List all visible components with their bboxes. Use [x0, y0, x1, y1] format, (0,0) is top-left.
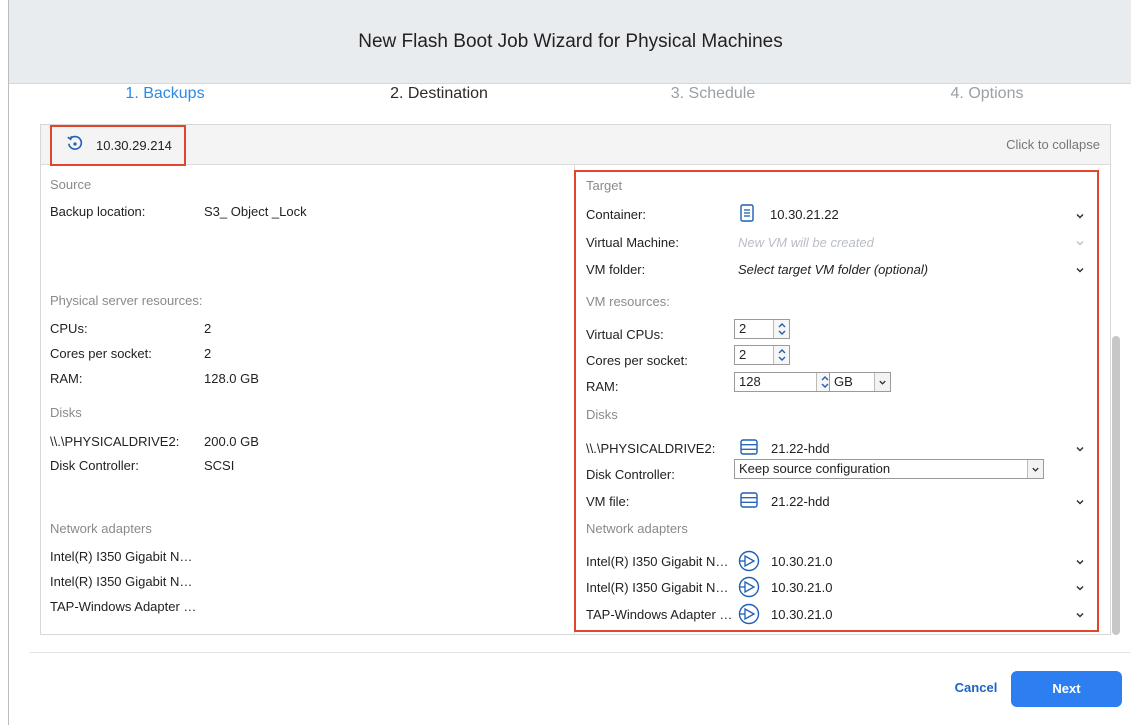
target-title: Target — [586, 178, 623, 193]
target-controller-label: Disk Controller: — [586, 467, 675, 482]
cancel-button[interactable]: Cancel — [934, 671, 1018, 705]
vm-file-label: VM file: — [586, 494, 630, 509]
cores-value: 2 — [739, 347, 747, 362]
restore-icon — [66, 134, 84, 157]
step-destination[interactable]: 2. Destination — [329, 84, 549, 120]
chevron-down-icon — [1075, 238, 1085, 248]
source-controller-label: Disk Controller: — [50, 458, 139, 473]
vm-folder-label: VM folder: — [586, 262, 646, 277]
chevron-down-icon[interactable] — [1075, 557, 1085, 567]
source-title: Source — [50, 177, 92, 192]
chevron-down-icon[interactable] — [1027, 460, 1043, 478]
ram-value: 128 — [739, 374, 761, 389]
next-button[interactable]: Next — [1011, 671, 1122, 707]
container-icon — [740, 204, 754, 227]
host-highlight: 10.30.29.214 — [50, 125, 186, 166]
ram-value: 128.0 GB — [204, 371, 259, 386]
backup-location-value: S3_ Object _Lock — [204, 204, 307, 219]
chevron-down-icon[interactable] — [1075, 265, 1085, 275]
cores-value: 2 — [204, 346, 212, 361]
target-ram-label: RAM: — [586, 379, 619, 394]
network-icon — [738, 603, 760, 630]
chevron-down-icon[interactable] — [1075, 497, 1085, 507]
source-controller-value: SCSI — [204, 458, 235, 473]
chevron-down-icon[interactable] — [874, 373, 890, 391]
source-adapter: Intel(R) I350 Gigabit N… — [50, 574, 193, 589]
target-adapter-network[interactable]: 10.30.21.0 — [771, 607, 832, 622]
container-label: Container: — [586, 207, 646, 222]
source-disks-title: Disks — [50, 405, 82, 420]
target-network-title: Network adapters — [586, 521, 688, 536]
cores-stepper[interactable]: 2 — [734, 345, 790, 365]
source-adapter: Intel(R) I350 Gigabit N… — [50, 549, 193, 564]
ram-label: RAM: — [50, 371, 83, 386]
network-icon — [738, 576, 760, 603]
source-disk-label: \\.\PHYSICALDRIVE2: — [50, 434, 180, 449]
target-adapter-network[interactable]: 10.30.21.0 — [771, 580, 832, 595]
wizard-window: New Flash Boot Job Wizard for Physical M… — [8, 0, 1131, 725]
stepper-arrows-icon[interactable] — [773, 346, 789, 364]
target-cores-label: Cores per socket: — [586, 353, 688, 368]
host-ip: 10.30.29.214 — [96, 138, 172, 153]
chevron-down-icon[interactable] — [1075, 211, 1085, 221]
vm-placeholder: New VM will be created — [738, 235, 874, 250]
ram-unit-select[interactable]: GB — [829, 372, 891, 392]
cpus-label: CPUs: — [50, 321, 88, 336]
cores-label: Cores per socket: — [50, 346, 152, 361]
step-schedule[interactable]: 3. Schedule — [603, 84, 823, 120]
target-adapter-label: Intel(R) I350 Gigabit N… — [586, 554, 729, 569]
step-options[interactable]: 4. Options — [877, 84, 1097, 120]
backup-location-label: Backup location: — [50, 204, 146, 219]
vm-folder-select[interactable]: Select target VM folder (optional) — [738, 262, 928, 277]
chevron-down-icon[interactable] — [1075, 444, 1085, 454]
chevron-down-icon[interactable] — [1075, 610, 1085, 620]
source-adapter: TAP-Windows Adapter … — [50, 599, 197, 614]
chevron-down-icon[interactable] — [1075, 583, 1085, 593]
vcpus-stepper[interactable]: 2 — [734, 319, 790, 339]
disk-controller-value: Keep source configuration — [739, 461, 891, 476]
target-adapter-label: Intel(R) I350 Gigabit N… — [586, 580, 729, 595]
scrollbar-thumb[interactable] — [1112, 336, 1120, 635]
ram-unit-value: GB — [834, 374, 853, 389]
vm-resources-title: VM resources: — [586, 294, 670, 309]
wizard-steps: 1. Backups 2. Destination 3. Schedule 4.… — [9, 84, 1131, 120]
cpus-value: 2 — [204, 321, 212, 336]
datastore-icon — [740, 492, 758, 513]
vcpus-value: 2 — [739, 321, 747, 336]
vm-file-value[interactable]: 21.22-hdd — [771, 494, 830, 509]
target-disk-label: \\.\PHYSICALDRIVE2: — [586, 441, 716, 456]
ram-stepper[interactable]: 128 — [734, 372, 833, 392]
vm-label: Virtual Machine: — [586, 235, 679, 250]
container-value[interactable]: 10.30.21.22 — [770, 207, 839, 222]
source-disk-value: 200.0 GB — [204, 434, 259, 449]
target-disks-title: Disks — [586, 407, 618, 422]
vcpus-label: Virtual CPUs: — [586, 327, 664, 342]
window-title: New Flash Boot Job Wizard for Physical M… — [9, 0, 1131, 84]
datastore-icon — [740, 439, 758, 460]
stepper-arrows-icon[interactable] — [773, 320, 789, 338]
physical-resources-title: Physical server resources: — [50, 293, 203, 308]
target-disk-value[interactable]: 21.22-hdd — [771, 441, 830, 456]
target-adapter-label: TAP-Windows Adapter … — [586, 607, 733, 622]
disk-controller-select[interactable]: Keep source configuration — [734, 459, 1044, 479]
source-network-title: Network adapters — [50, 521, 152, 536]
collapse-link[interactable]: Click to collapse — [1006, 137, 1100, 152]
network-icon — [738, 550, 760, 577]
source-column: Source Backup location: S3_ Object _Lock… — [41, 165, 575, 634]
target-adapter-network[interactable]: 10.30.21.0 — [771, 554, 832, 569]
step-backups[interactable]: 1. Backups — [55, 84, 275, 120]
panel-header[interactable]: 10.30.29.214 Click to collapse — [41, 125, 1110, 166]
footer-divider — [30, 652, 1130, 653]
